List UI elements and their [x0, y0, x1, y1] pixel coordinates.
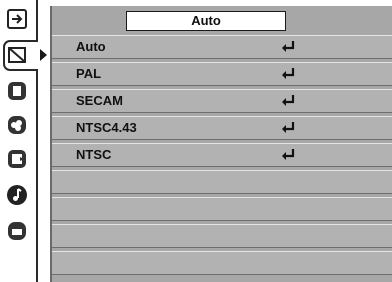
setting-icon[interactable]	[6, 220, 30, 244]
menu-item-secam[interactable]: SECAM	[52, 89, 392, 113]
menu-item-empty	[52, 170, 392, 194]
title-row: Auto	[52, 6, 392, 34]
enter-icon	[282, 122, 295, 133]
menu-item-auto[interactable]: Auto	[52, 35, 392, 59]
enter-icon	[282, 68, 295, 79]
color-icon[interactable]	[6, 114, 30, 138]
sidebar	[0, 0, 47, 282]
sound-icon[interactable]	[6, 184, 30, 208]
active-tab-arrow-icon	[40, 49, 47, 61]
menu-item-empty	[52, 224, 392, 248]
menu-panel: Auto Auto PAL SECAM NTSC4.43 NTSC	[50, 6, 392, 282]
menu-item-pal[interactable]: PAL	[52, 62, 392, 86]
enter-icon	[282, 95, 295, 106]
menu-item-ntsc[interactable]: NTSC	[52, 143, 392, 167]
menu-item-label: NTSC	[76, 147, 112, 162]
menu-item-ntsc443[interactable]: NTSC4.43	[52, 116, 392, 140]
screen-icon[interactable]	[6, 148, 30, 172]
menu-item-empty	[52, 197, 392, 221]
current-selection-box: Auto	[126, 11, 286, 31]
menu-item-label: Auto	[76, 39, 106, 54]
enter-icon	[282, 149, 295, 160]
menu-item-label: NTSC4.43	[76, 120, 137, 135]
system-icon[interactable]	[6, 44, 30, 68]
menu-item-label: SECAM	[76, 93, 123, 108]
image-icon[interactable]	[6, 80, 30, 104]
menu-item-label: PAL	[76, 66, 102, 81]
enter-icon	[282, 41, 295, 52]
input-icon[interactable]	[6, 8, 30, 32]
menu-item-empty	[52, 251, 392, 275]
